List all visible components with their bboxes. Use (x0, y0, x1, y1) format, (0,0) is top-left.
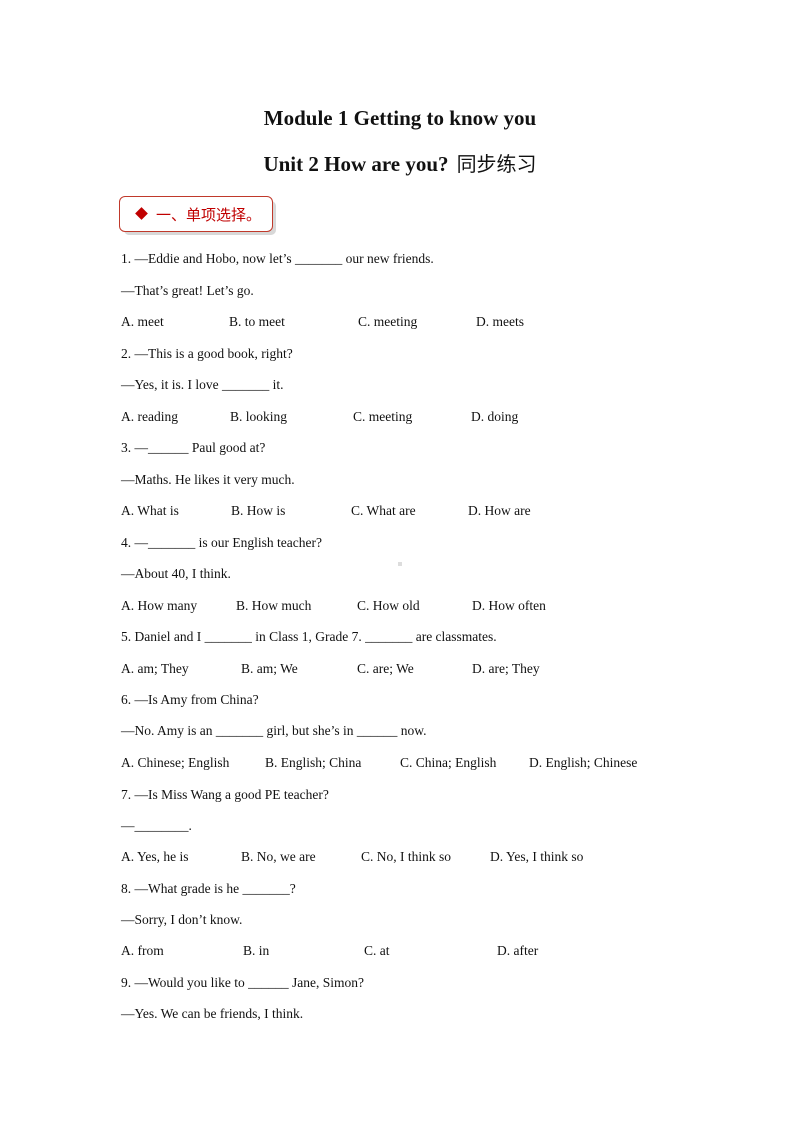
question-4-stem: 4. —_______ is our English teacher? (121, 535, 322, 550)
unit-title-en: Unit 2 How are you? (263, 152, 449, 176)
q2-option-c: C. meeting (353, 409, 413, 424)
unit-title-cn: 同步练习 (456, 152, 537, 176)
question-1-stem: 1. —Eddie and Hobo, now let’s _______ ou… (121, 251, 434, 266)
question-7-response: —________. (121, 818, 192, 833)
scan-speck (398, 562, 402, 566)
q6-option-b: B. English; China (265, 755, 362, 770)
question-9-response: —Yes. We can be friends, I think. (121, 1006, 304, 1021)
q3-option-c: C. What are (351, 503, 416, 518)
q8-option-b: B. in (243, 943, 270, 958)
diamond-icon (135, 207, 148, 220)
q3-option-b: B. How is (231, 503, 286, 518)
q4-option-b: B. How much (236, 598, 312, 613)
q3-option-a: A. What is (121, 503, 179, 518)
question-1-response: —That’s great! Let’s go. (121, 283, 254, 298)
q7-option-b: B. No, we are (241, 849, 316, 864)
q2-option-d: D. doing (471, 409, 519, 424)
q5-option-a: A. am; They (121, 661, 189, 676)
q1-option-a: A. meet (121, 314, 164, 329)
question-6-stem: 6. —Is Amy from China? (121, 692, 259, 707)
q1-option-b: B. to meet (229, 314, 285, 329)
q6-option-c: C. China; English (400, 755, 497, 770)
question-8-stem: 8. —What grade is he _______? (121, 881, 296, 896)
q2-option-b: B. looking (230, 409, 288, 424)
q1-option-c: C. meeting (358, 314, 418, 329)
question-5-stem: 5. Daniel and I _______ in Class 1, Grad… (121, 629, 497, 644)
q8-option-c: C. at (364, 943, 390, 958)
question-7-stem: 7. —Is Miss Wang a good PE teacher? (121, 787, 329, 802)
unit-title: Unit 2 How are you? 同步练习 (0, 148, 800, 177)
question-2-response: —Yes, it is. I love _______ it. (121, 377, 284, 392)
q2-option-a: A. reading (121, 409, 178, 424)
q7-option-d: D. Yes, I think so (490, 849, 584, 864)
question-4-response: —About 40, I think. (121, 566, 231, 581)
question-2-stem: 2. —This is a good book, right? (121, 346, 293, 361)
q5-option-d: D. are; They (472, 661, 540, 676)
question-9-stem: 9. —Would you like to ______ Jane, Simon… (121, 975, 365, 990)
q7-option-a: A. Yes, he is (121, 849, 189, 864)
module-title: Module 1 Getting to know you (263, 106, 537, 130)
q1-option-d: D. meets (476, 314, 524, 329)
question-6-response: —No. Amy is an _______ girl, but she’s i… (121, 723, 427, 738)
q3-option-d: D. How are (468, 503, 531, 518)
section-header-single-choice: 一、单项选择。 (119, 196, 273, 232)
q8-option-d: D. after (497, 943, 539, 958)
q5-option-c: C. are; We (357, 661, 414, 676)
q7-option-c: C. No, I think so (361, 849, 452, 864)
q5-option-b: B. am; We (241, 661, 298, 676)
q6-option-a: A. Chinese; English (121, 755, 230, 770)
q4-option-d: D. How often (472, 598, 546, 613)
section-label: 一、单项选择。 (156, 206, 262, 224)
q8-option-a: A. from (121, 943, 164, 958)
question-3-response: —Maths. He likes it very much. (121, 472, 295, 487)
q6-option-d: D. English; Chinese (529, 755, 638, 770)
question-8-response: —Sorry, I don’t know. (121, 912, 243, 927)
q4-option-c: C. How old (357, 598, 420, 613)
q4-option-a: A. How many (121, 598, 198, 613)
question-3-stem: 3. —______ Paul good at? (121, 440, 266, 455)
